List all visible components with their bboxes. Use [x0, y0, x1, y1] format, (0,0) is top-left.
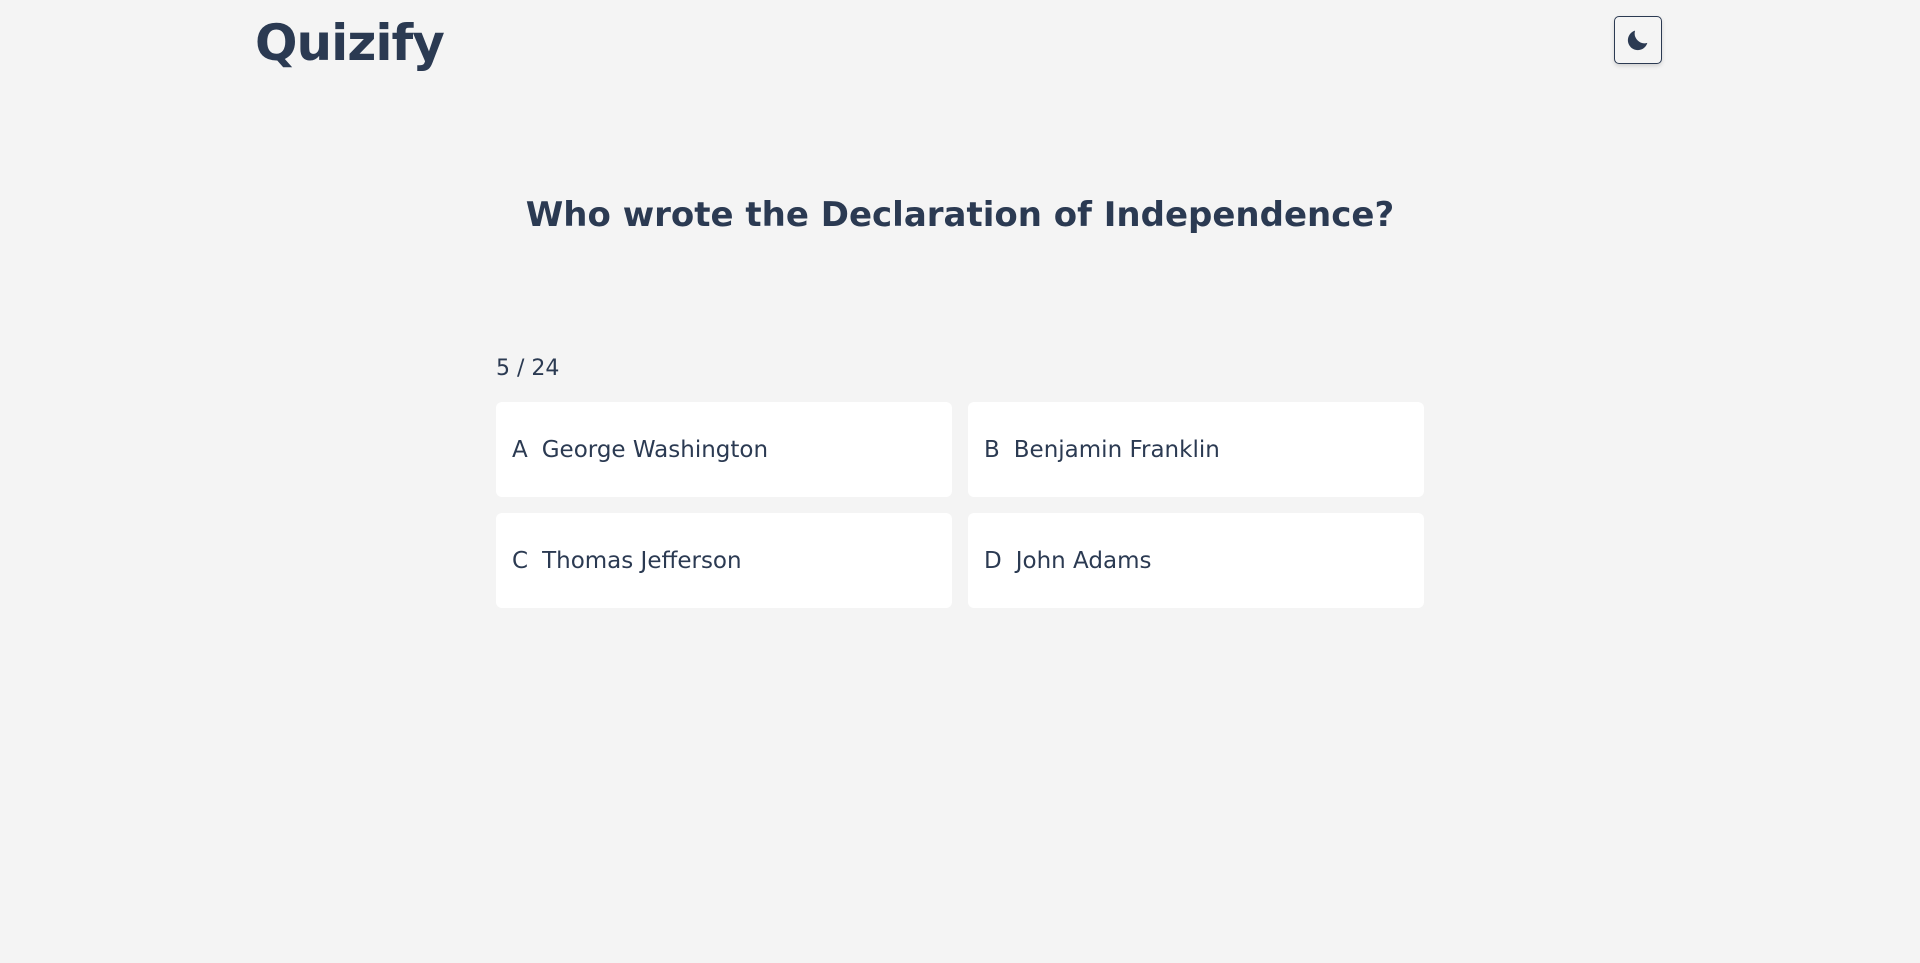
app-logo[interactable]: Quizify — [255, 14, 445, 72]
answer-letter: A — [512, 436, 528, 463]
answer-letter: D — [984, 547, 1002, 574]
question-text: Who wrote the Declaration of Independenc… — [525, 195, 1395, 235]
answer-option-c[interactable]: C Thomas Jefferson — [496, 513, 952, 608]
answer-text: John Adams — [1015, 547, 1152, 574]
answer-text: Benjamin Franklin — [1013, 436, 1220, 463]
answer-option-b[interactable]: B Benjamin Franklin — [968, 402, 1424, 497]
answer-option-a[interactable]: A George Washington — [496, 402, 952, 497]
quiz-page: Quizify Who wrote the Declaration of Ind… — [0, 0, 1920, 963]
answer-text: Thomas Jefferson — [542, 547, 742, 574]
answer-option-d[interactable]: D John Adams — [968, 513, 1424, 608]
answer-grid: A George Washington B Benjamin Franklin … — [496, 402, 1424, 608]
answer-text: George Washington — [541, 436, 769, 463]
question-counter: 5 / 24 — [496, 356, 560, 381]
answer-letter: C — [512, 547, 529, 574]
answer-letter: B — [984, 436, 1000, 463]
moon-icon — [1627, 30, 1648, 51]
theme-toggle-button[interactable] — [1614, 16, 1662, 64]
